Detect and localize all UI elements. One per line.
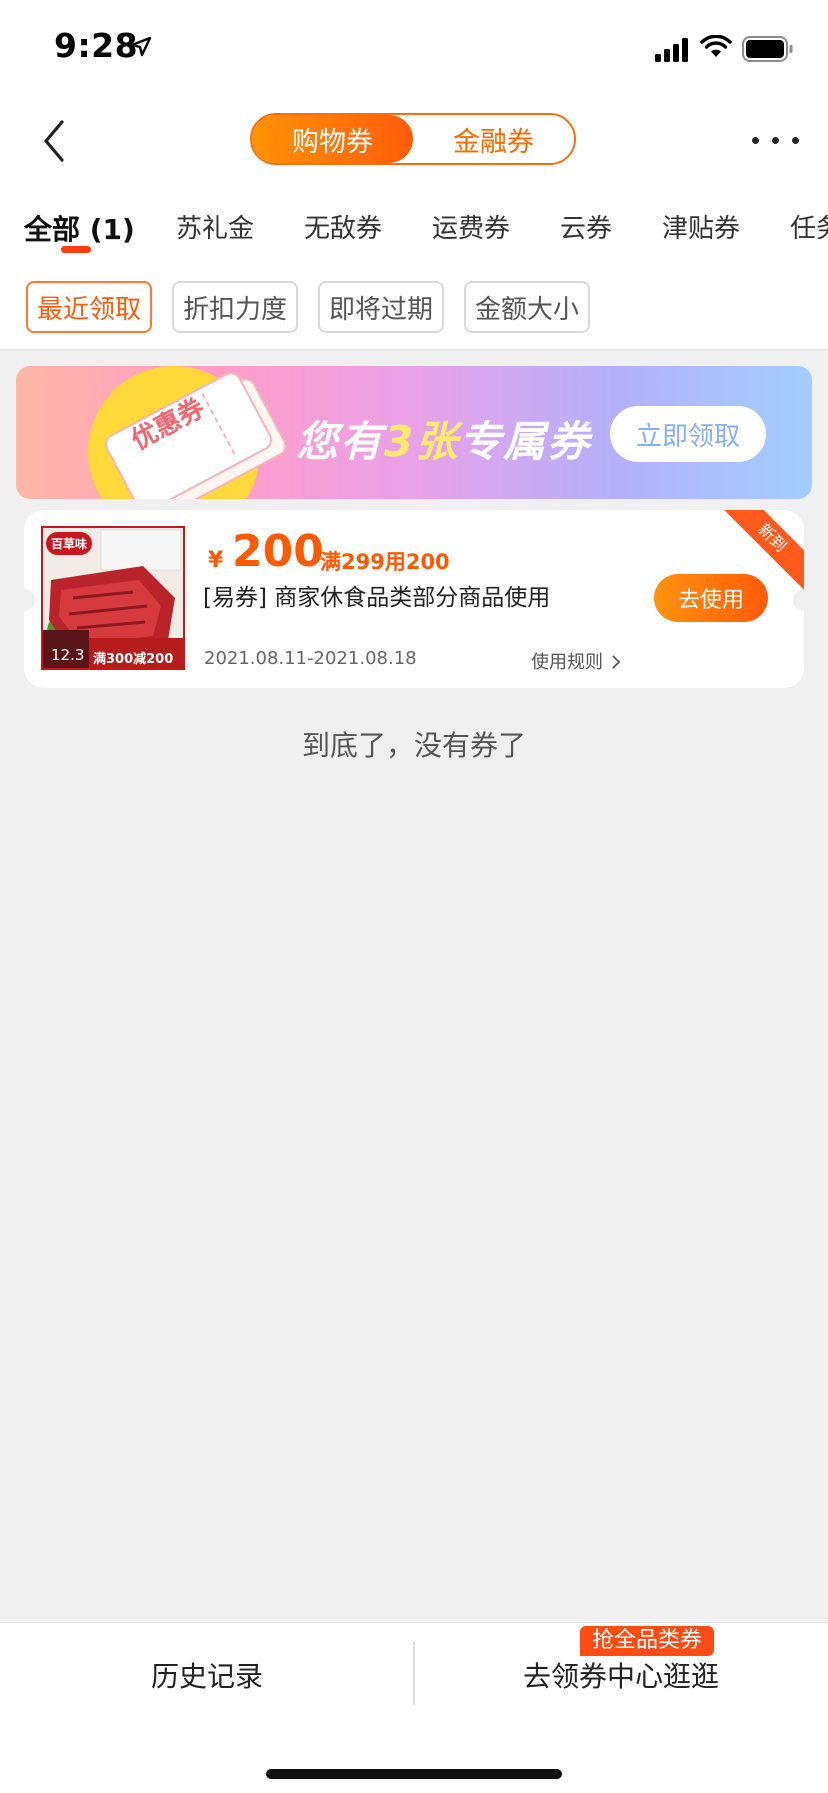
usage-rules-link[interactable]: 使用规则: [531, 648, 621, 674]
coupon-validity: 2021.08.11-2021.08.18: [204, 648, 417, 669]
chevron-right-icon: [612, 655, 621, 669]
cellular-signal-icon: [655, 38, 688, 62]
card-notch-right: [793, 589, 804, 611]
wifi-icon: [700, 35, 732, 57]
card-notch-left: [24, 589, 35, 611]
banner-suffix: 专属券: [459, 417, 592, 466]
status-time: 9:28: [54, 26, 139, 65]
header-divider: [0, 349, 828, 351]
thumb-brand: 百草味: [46, 532, 93, 555]
coupon-card[interactable]: 新到 百草味 12.3 满300减200 ¥ 200 满299用200 [易券]…: [24, 510, 804, 688]
sort-recent[interactable]: 最近领取: [26, 281, 152, 333]
exclusive-coupon-banner[interactable]: 优惠券 您有3张专属券 立即领取: [16, 366, 812, 499]
sort-amount[interactable]: 金额大小: [464, 281, 590, 333]
segment-shopping-coupon[interactable]: 购物券: [252, 115, 413, 163]
coupon-amount: 200: [232, 526, 324, 577]
location-arrow-icon: [130, 36, 152, 57]
tab-su-gift[interactable]: 苏礼金: [176, 208, 254, 245]
currency-symbol: ¥: [208, 548, 224, 573]
product-thumbnail[interactable]: 百草味 12.3 满300减200: [41, 526, 185, 670]
tab-task[interactable]: 任务: [790, 208, 828, 245]
segment-finance-coupon[interactable]: 金融券: [413, 115, 574, 163]
tab-invincible[interactable]: 无敌券: [304, 208, 382, 245]
tab-subsidy[interactable]: 津贴券: [662, 208, 740, 245]
tab-all[interactable]: 全部 (1): [24, 208, 135, 248]
active-tab-indicator: [61, 246, 91, 253]
bottom-bar: 历史记录 去领券中心逛逛 抢全品类券: [0, 1622, 828, 1793]
thumb-date: 12.3: [51, 646, 85, 664]
sort-discount[interactable]: 折扣力度: [172, 281, 298, 333]
thumb-promo: 满300减200: [93, 652, 174, 667]
battery-icon: [742, 36, 793, 62]
banner-title: 您有3张专属券: [296, 408, 591, 469]
coupon-description: [易券] 商家休食品类部分商品使用: [203, 585, 551, 611]
coupon-center-button[interactable]: 去领券中心逛逛: [414, 1655, 828, 1695]
use-coupon-button[interactable]: 去使用: [654, 574, 768, 622]
history-button[interactable]: 历史记录: [0, 1655, 414, 1695]
coupon-type-switch: 购物券 金融券: [250, 113, 576, 165]
coupon-condition: 满299用200: [320, 550, 450, 574]
claim-now-button[interactable]: 立即领取: [610, 406, 766, 462]
tab-cloud[interactable]: 云券: [560, 208, 612, 245]
back-arrow-icon[interactable]: [38, 118, 78, 164]
all-category-badge: 抢全品类券: [580, 1626, 715, 1656]
home-indicator[interactable]: [266, 1769, 562, 1779]
usage-rules-label: 使用规则: [531, 652, 603, 673]
tab-shipping[interactable]: 运费券: [432, 208, 510, 245]
more-options-icon[interactable]: [752, 128, 816, 152]
banner-count: 3张: [384, 417, 460, 466]
banner-prefix: 您有: [296, 417, 385, 466]
end-of-list-message: 到底了，没有券了: [301, 729, 526, 762]
sort-expiring[interactable]: 即将过期: [318, 281, 444, 333]
